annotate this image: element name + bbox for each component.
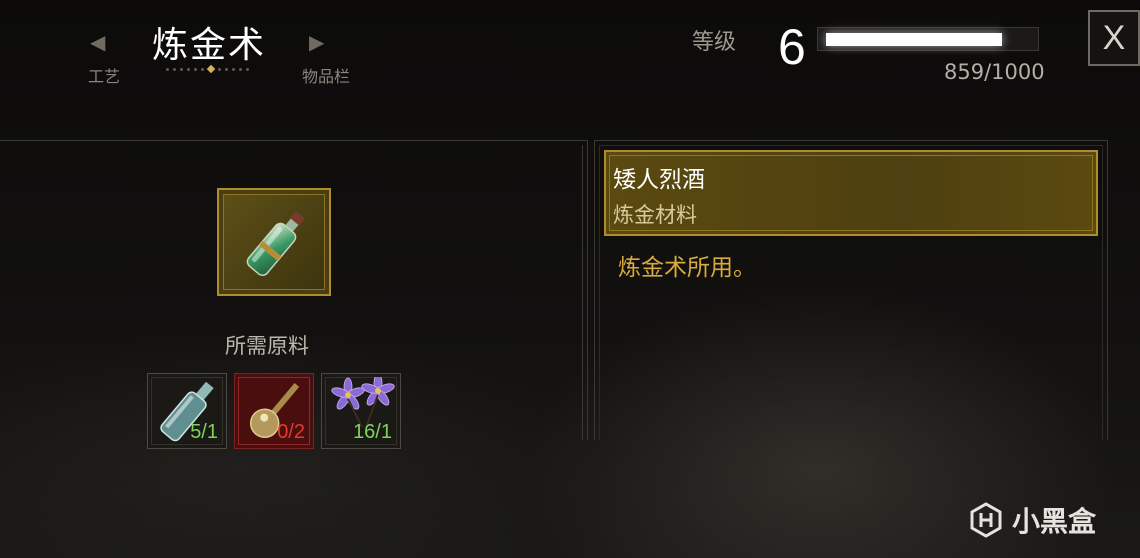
ingredient-count: 0/2	[277, 421, 305, 443]
level-label: 等级	[692, 30, 737, 55]
page-dot	[173, 67, 176, 71]
page-dot	[246, 67, 249, 71]
ingredient-slot-missing[interactable]: 0/2	[234, 373, 314, 449]
page-dot	[201, 67, 204, 71]
page-dot	[180, 67, 183, 71]
xp-text: 859/1000	[944, 60, 1045, 84]
ingredient-count: 16/1	[353, 421, 392, 443]
page-dot-active	[206, 64, 216, 74]
page-dot	[218, 67, 221, 71]
ingredient-slot[interactable]: 5/1	[147, 373, 227, 449]
xiaoheihe-logo-icon	[970, 502, 1002, 538]
requirements-label: 所需原料	[225, 334, 309, 358]
page-dot	[194, 67, 197, 71]
page-dot	[166, 67, 169, 71]
watermark-text: 小黑盒	[1012, 505, 1097, 538]
page-dot	[187, 67, 190, 71]
prev-tab-label[interactable]: 工艺	[88, 63, 120, 87]
ingredient-slot[interactable]: 16/1	[321, 373, 401, 449]
next-tab-arrow-icon[interactable]: ▶	[309, 30, 324, 54]
watermark: 小黑盒	[968, 500, 1096, 540]
next-tab-label[interactable]: 物品栏	[302, 63, 350, 87]
prev-tab-arrow-icon[interactable]: ◀	[90, 30, 105, 54]
page-dot	[239, 67, 242, 71]
level-value: 6	[778, 19, 806, 75]
page-title: 炼金术	[152, 25, 267, 66]
page-dot	[232, 67, 235, 71]
page-dot	[225, 67, 228, 71]
crafted-item-slot[interactable]	[217, 188, 331, 296]
potion-bottle-icon	[246, 211, 305, 277]
item-name: 矮人烈酒	[613, 167, 705, 193]
item-type: 炼金材料	[613, 203, 697, 227]
close-button[interactable]: X	[1088, 10, 1140, 66]
item-description: 炼金术所用。	[618, 255, 756, 281]
xp-bar	[817, 27, 1039, 51]
xp-bar-fill	[826, 33, 1002, 46]
ingredient-count: 5/1	[190, 421, 218, 443]
page-indicator	[166, 64, 249, 74]
